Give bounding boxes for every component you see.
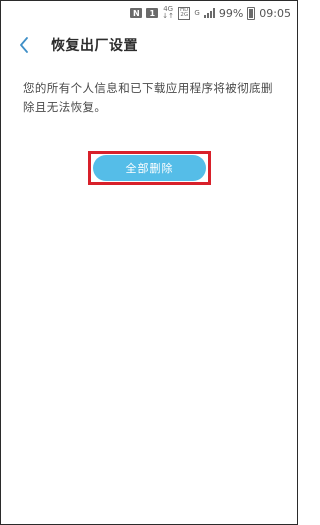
carrier-label: G <box>194 8 200 17</box>
page-title: 恢复出厂设置 <box>51 38 138 54</box>
hd-bottom-label: 2G <box>180 12 189 18</box>
reset-description: 您的所有个人信息和已下载应用程序将被彻底删除且无法恢复。 <box>23 81 273 114</box>
clock: 09:05 <box>259 6 291 20</box>
hd-voice-icon: HD 2G <box>178 6 191 20</box>
sim-icon: 1 <box>146 8 159 18</box>
status-bar: N 1 4G ↓↑ HD 2G G 99% 09:05 <box>1 1 297 25</box>
network-arrows-icon: ↓↑ <box>162 12 175 20</box>
signal-icon <box>203 8 215 18</box>
back-arrow-icon[interactable] <box>19 35 33 55</box>
network-indicator: 4G ↓↑ <box>162 6 174 20</box>
nfc-icon: N <box>130 8 143 18</box>
battery-icon <box>247 6 256 20</box>
battery-percent: 99% <box>218 6 244 20</box>
app-header: 恢复出厂设置 <box>1 25 297 65</box>
delete-all-button[interactable]: 全部删除 <box>93 155 206 181</box>
reset-button-highlight: 全部删除 <box>88 151 211 185</box>
screen: N 1 4G ↓↑ HD 2G G 99% 09:05 恢复出厂设置 您的所有个… <box>0 0 298 525</box>
